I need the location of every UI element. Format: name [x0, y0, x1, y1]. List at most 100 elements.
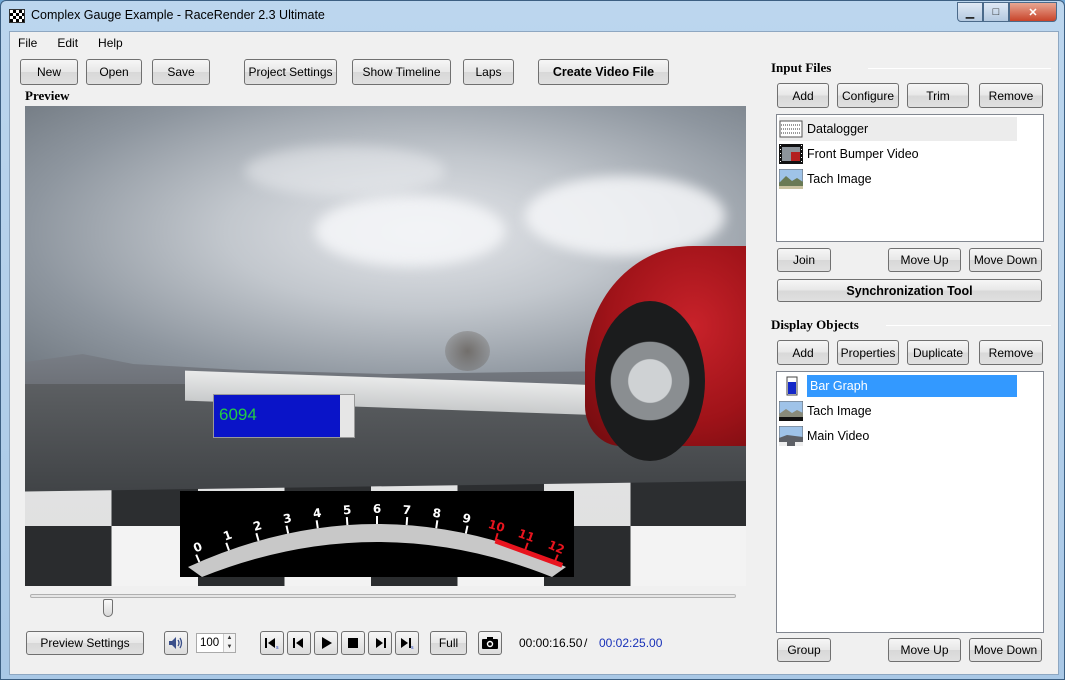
display-objects-list[interactable]: Bar Graph Tach Image Main Video: [776, 371, 1044, 633]
image-file-icon: [779, 169, 803, 189]
tach-tick: [225, 542, 230, 551]
tach-label: 5: [342, 503, 351, 518]
tach-label: 12: [546, 538, 567, 557]
tach-tick: [255, 532, 260, 542]
list-item-label: Bar Graph: [807, 375, 1017, 397]
preview-label: Preview: [25, 88, 70, 103]
menu-help[interactable]: Help: [98, 36, 123, 50]
datalogger-icon: [779, 120, 803, 138]
svg-text:s: s: [411, 645, 414, 650]
speaker-icon: [169, 637, 183, 649]
menu-edit[interactable]: Edit: [57, 36, 78, 50]
synchronization-tool-button[interactable]: Synchronization Tool: [777, 279, 1042, 302]
laps-button[interactable]: Laps: [463, 59, 514, 85]
show-timeline-button[interactable]: Show Timeline: [352, 59, 451, 85]
svg-text:s: s: [276, 645, 279, 650]
project-settings-button[interactable]: Project Settings: [244, 59, 337, 85]
tach-gauge-overlay[interactable]: 012 3 4 5 6 7 8 9 101112: [180, 491, 574, 577]
volume-stepper[interactable]: ▲ ▼: [223, 634, 235, 652]
close-button[interactable]: ✕: [1009, 2, 1057, 22]
step-forward-button[interactable]: [368, 631, 392, 655]
step-forward-icon: [376, 638, 386, 648]
tach-arc: [188, 524, 566, 577]
stop-button[interactable]: [341, 631, 365, 655]
create-video-file-button[interactable]: Create Video File: [538, 59, 669, 85]
current-time: 00:00:16.50: [519, 636, 583, 650]
list-item-label: Datalogger: [807, 122, 869, 136]
group-button[interactable]: Group: [777, 638, 831, 662]
input-files-list[interactable]: Datalogger Front Bumper Video Tach Image: [776, 114, 1044, 242]
play-button[interactable]: [314, 631, 338, 655]
input-files-label: Input Files: [771, 60, 832, 75]
object-remove-button[interactable]: Remove: [979, 340, 1043, 365]
step-back-icon: [293, 638, 303, 648]
tach-label: 2: [252, 518, 264, 534]
video-object-icon: [779, 426, 803, 446]
list-item-label: Tach Image: [807, 404, 872, 418]
open-button[interactable]: Open: [86, 59, 142, 85]
full-button[interactable]: Full: [430, 631, 467, 655]
display-objects-divider: [886, 325, 1051, 326]
object-properties-button[interactable]: Properties: [837, 340, 899, 365]
preview-settings-button[interactable]: Preview Settings: [26, 631, 144, 655]
bar-graph-overlay[interactable]: 6094: [213, 394, 355, 438]
volume-button[interactable]: [164, 631, 188, 655]
total-time: 00:02:25.00: [599, 636, 663, 650]
bar-graph-value: 6094: [219, 405, 257, 424]
list-item-tach-image[interactable]: Tach Image: [779, 167, 1017, 191]
input-remove-button[interactable]: Remove: [979, 83, 1043, 108]
list-item-front-bumper-video[interactable]: Front Bumper Video: [779, 142, 1017, 166]
maximize-button[interactable]: □: [983, 2, 1009, 22]
list-item-main-video[interactable]: Main Video: [779, 424, 1017, 448]
object-move-up-button[interactable]: Move Up: [888, 638, 961, 662]
stop-icon: [348, 638, 358, 648]
tach-label: 3: [282, 511, 293, 526]
seek-slider-thumb[interactable]: [102, 599, 113, 617]
join-button[interactable]: Join: [777, 248, 831, 272]
list-item-datalogger[interactable]: Datalogger: [779, 117, 1017, 141]
play-icon: [322, 637, 332, 649]
display-objects-label: Display Objects: [771, 317, 859, 332]
preview-car-wheel: [595, 301, 705, 461]
input-trim-button[interactable]: Trim: [907, 83, 969, 108]
app-window: Complex Gauge Example - RaceRender 2.3 U…: [0, 0, 1065, 680]
new-button[interactable]: New: [20, 59, 78, 85]
last-frame-button[interactable]: s: [395, 631, 419, 655]
volume-input[interactable]: 100 ▲ ▼: [196, 633, 236, 653]
video-file-icon: [779, 144, 803, 164]
window-title: Complex Gauge Example - RaceRender 2.3 U…: [31, 8, 325, 22]
object-duplicate-button[interactable]: Duplicate: [907, 340, 969, 365]
minimize-button[interactable]: ▁: [957, 2, 983, 22]
tach-label: 9: [461, 511, 472, 526]
input-add-button[interactable]: Add: [777, 83, 829, 108]
menu-file[interactable]: File: [18, 36, 37, 50]
object-add-button[interactable]: Add: [777, 340, 829, 365]
tach-tick: [285, 525, 290, 534]
save-button[interactable]: Save: [152, 59, 210, 85]
list-item-tach-image-object[interactable]: Tach Image: [779, 399, 1017, 423]
input-move-up-button[interactable]: Move Up: [888, 248, 961, 272]
list-item-bar-graph[interactable]: Bar Graph: [779, 374, 1017, 398]
tach-label: 7: [402, 503, 411, 518]
image-object-icon: [779, 401, 803, 421]
input-configure-button[interactable]: Configure: [837, 83, 899, 108]
preview-cloud: [245, 146, 445, 196]
input-move-down-button[interactable]: Move Down: [969, 248, 1042, 272]
client-area: File Edit Help New Open Save Project Set…: [9, 31, 1059, 675]
snapshot-button[interactable]: [478, 631, 502, 655]
bar-graph-icon: [786, 376, 798, 396]
video-preview[interactable]: 6094 0 1 2 3 4 5 6 7 8 9 10 11 12: [25, 106, 746, 586]
tach-label: 8: [432, 506, 442, 521]
tach-tick: [435, 520, 439, 529]
camera-icon: [482, 637, 498, 649]
seek-slider-track[interactable]: [30, 594, 736, 598]
preview-tree: [445, 331, 490, 371]
time-separator: /: [584, 636, 588, 650]
tach-tick: [315, 520, 319, 529]
tach-label: 10: [487, 517, 507, 535]
list-item-label: Main Video: [807, 429, 870, 443]
input-files-divider: [868, 68, 1051, 69]
first-frame-button[interactable]: s: [260, 631, 284, 655]
step-back-button[interactable]: [287, 631, 311, 655]
object-move-down-button[interactable]: Move Down: [969, 638, 1042, 662]
